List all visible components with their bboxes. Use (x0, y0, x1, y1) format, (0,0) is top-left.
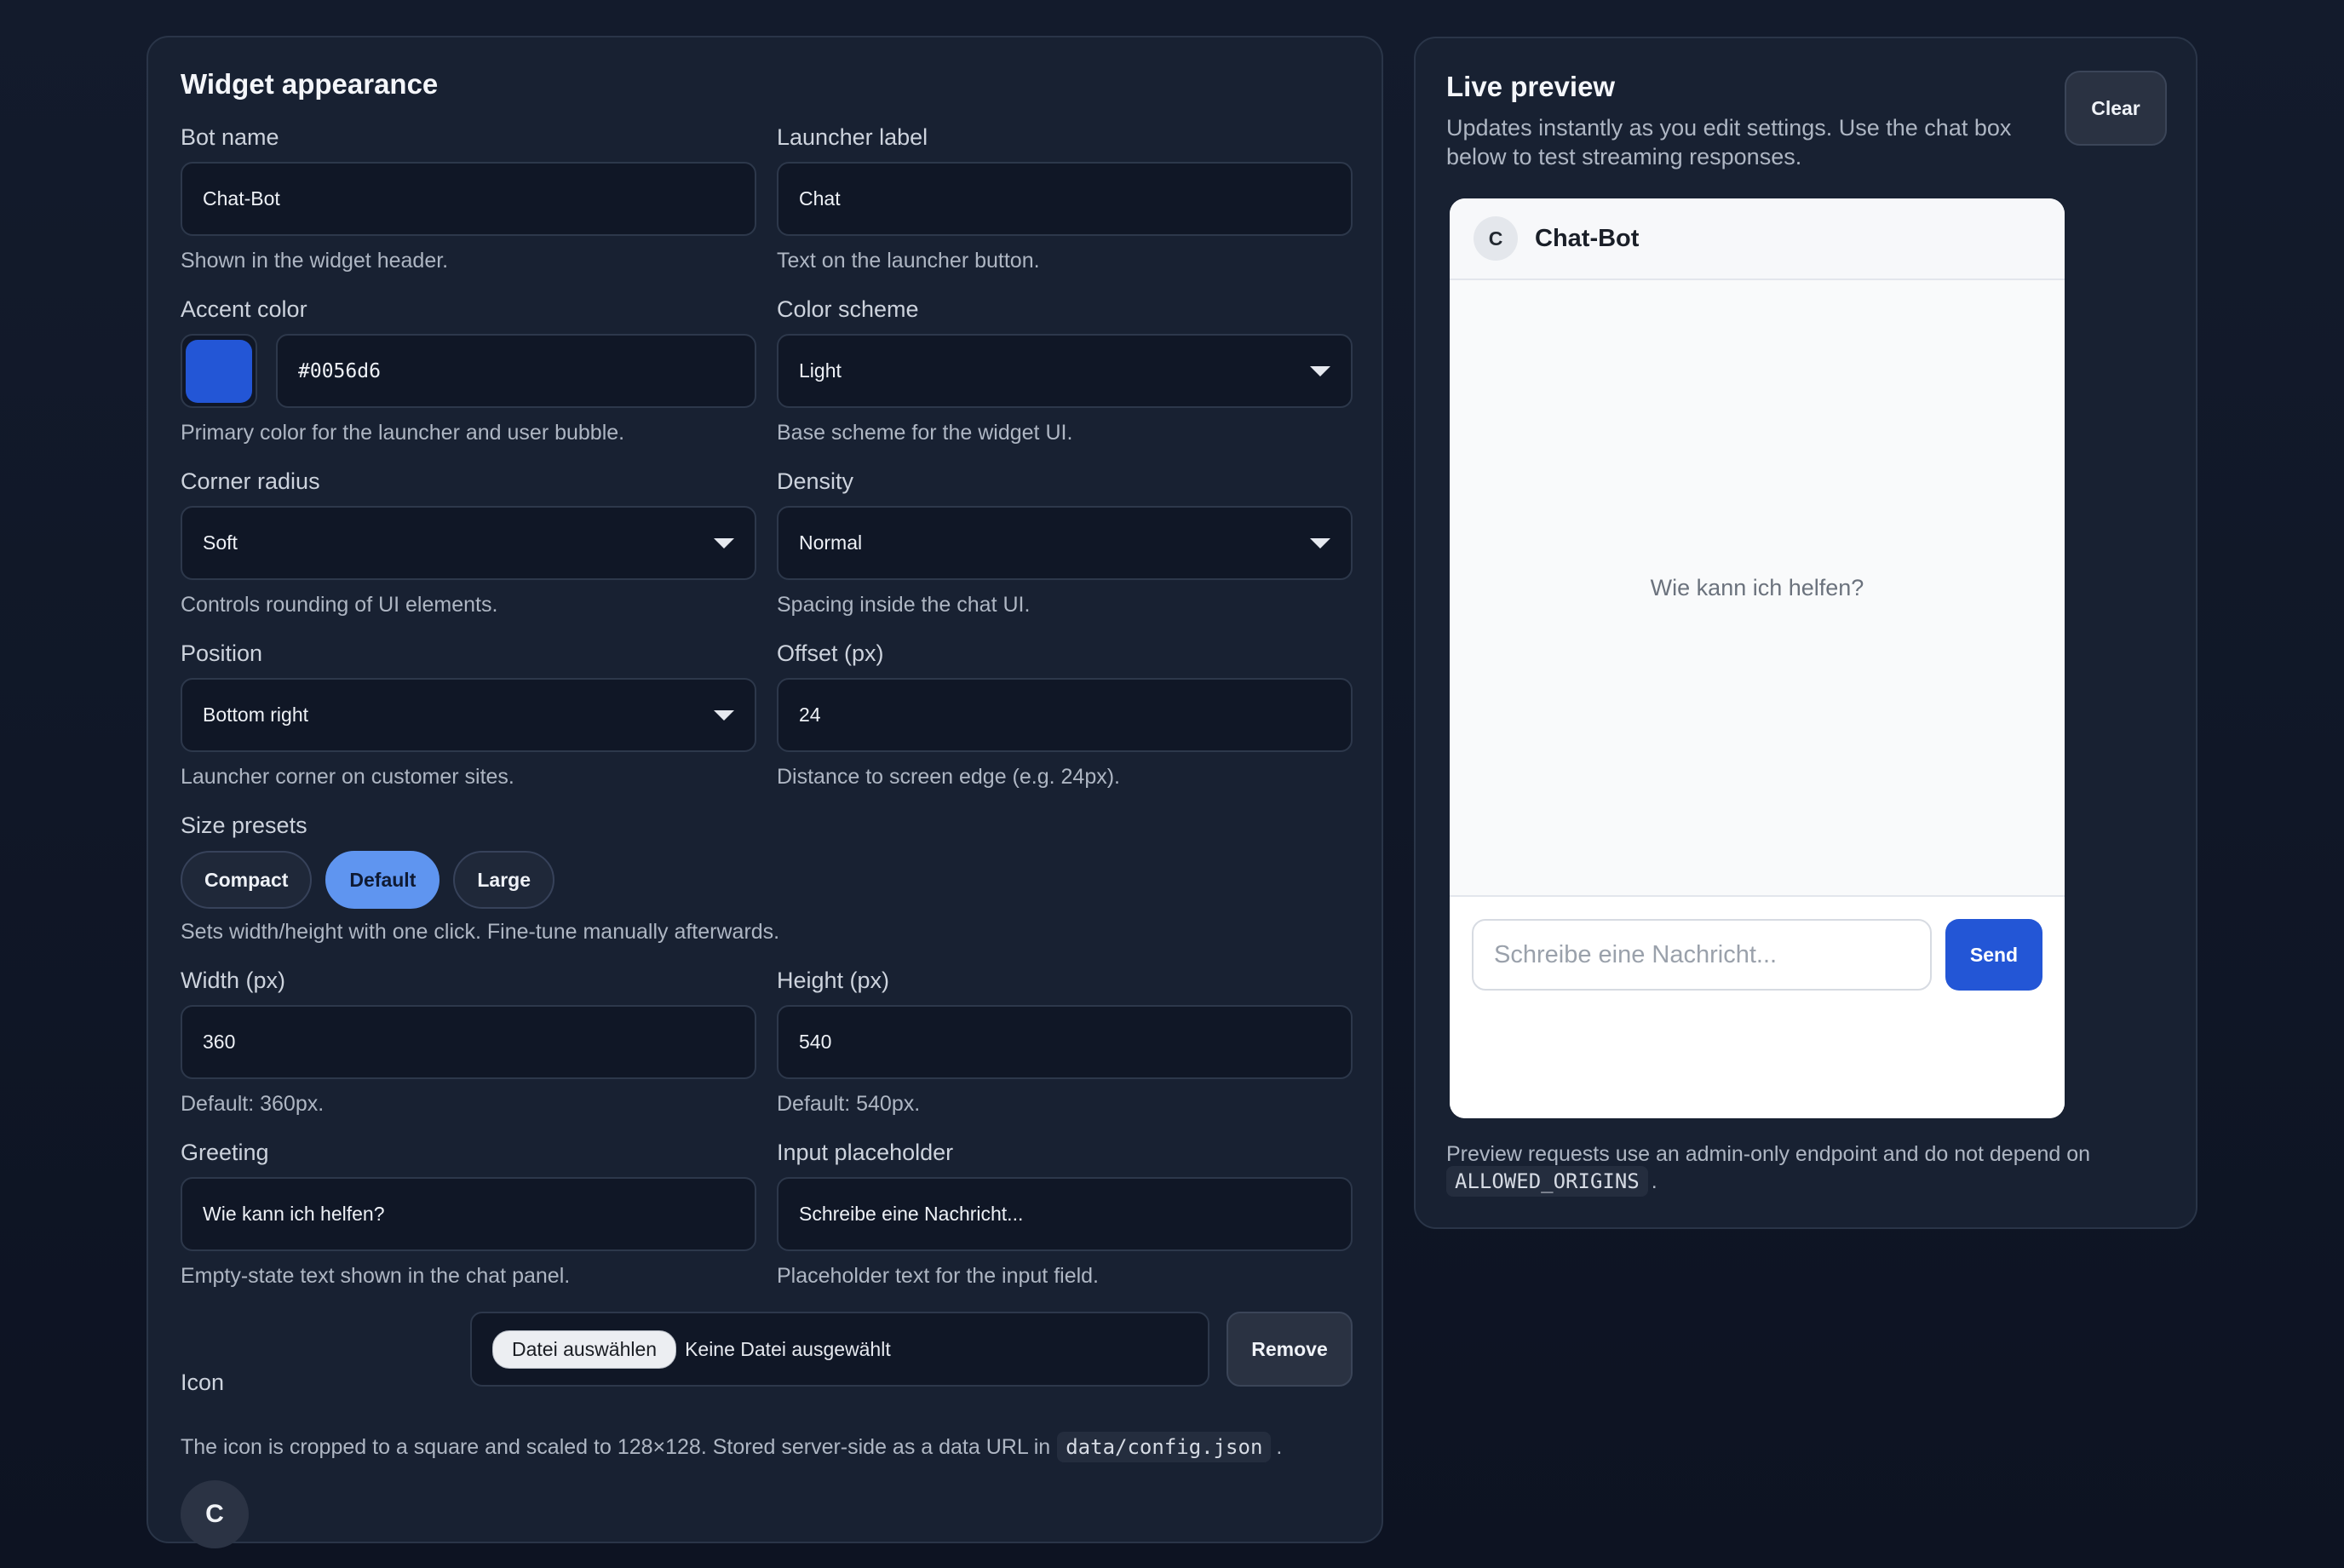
launcher-label-value: Chat (799, 187, 841, 210)
corner-radius-help: Controls rounding of UI elements. (181, 593, 498, 617)
preset-compact-button[interactable]: Compact (181, 851, 313, 909)
offset-value: 24 (799, 704, 821, 726)
preset-default-button[interactable]: Default (325, 851, 440, 909)
preset-large-button[interactable]: Large (453, 851, 554, 909)
allowed-origins-code: ALLOWED_ORIGINS (1446, 1166, 1648, 1197)
bot-name-input[interactable]: Chat-Bot (181, 162, 756, 236)
input-placeholder-input[interactable]: Schreibe eine Nachricht... (777, 1177, 1353, 1251)
size-presets-help: Sets width/height with one click. Fine-t… (181, 920, 780, 944)
density-value: Normal (799, 531, 863, 554)
widget-bot-name: Chat-Bot (1535, 224, 1640, 252)
widget-message-area: Wie kann ich helfen? (1450, 280, 2065, 895)
launcher-label-input[interactable]: Chat (777, 162, 1353, 236)
config-path-code: data/config.json (1057, 1432, 1272, 1462)
position-help: Launcher corner on customer sites. (181, 765, 514, 789)
corner-radius-value: Soft (203, 531, 238, 554)
remove-icon-button[interactable]: Remove (1227, 1312, 1353, 1387)
size-presets-label: Size presets (181, 813, 307, 838)
position-select[interactable]: Bottom right (181, 678, 756, 752)
corner-radius-label: Corner radius (181, 468, 320, 494)
chevron-down-icon (714, 537, 734, 549)
file-status-text: Keine Datei ausgewählt (685, 1337, 891, 1360)
accent-color-swatch (186, 339, 252, 403)
clear-button[interactable]: Clear (2065, 71, 2167, 146)
offset-help: Distance to screen edge (e.g. 24px). (777, 765, 1121, 789)
launcher-label-help: Text on the launcher button. (777, 249, 1040, 273)
width-label: Width (px) (181, 968, 286, 993)
height-value: 540 (799, 1031, 832, 1053)
greeting-help: Empty-state text shown in the chat panel… (181, 1264, 571, 1288)
icon-help-text: The icon is cropped to a square and scal… (181, 1434, 1051, 1459)
chat-widget-preview: C Chat-Bot Wie kann ich helfen? Schreibe… (1450, 198, 2065, 1118)
icon-help-suffix: . (1276, 1434, 1283, 1459)
density-help: Spacing inside the chat UI. (777, 593, 1031, 617)
position-value: Bottom right (203, 704, 308, 726)
widget-composer: Schreibe eine Nachricht... Send (1450, 895, 2065, 1118)
chevron-down-icon (1310, 365, 1330, 376)
icon-file-input[interactable]: Datei auswählen Keine Datei ausgewählt (470, 1312, 1209, 1387)
greeting-label: Greeting (181, 1140, 269, 1165)
corner-radius-select[interactable]: Soft (181, 506, 756, 580)
color-scheme-select[interactable]: Light (777, 334, 1353, 408)
offset-input[interactable]: 24 (777, 678, 1353, 752)
widget-header: C Chat-Bot (1450, 198, 2065, 280)
accent-color-picker[interactable] (181, 334, 257, 408)
accent-color-value: #0056d6 (298, 359, 381, 382)
input-placeholder-help: Placeholder text for the input field. (777, 1264, 1100, 1288)
chevron-down-icon (1310, 537, 1330, 549)
chevron-down-icon (714, 709, 734, 721)
greeting-input[interactable]: Wie kann ich helfen? (181, 1177, 756, 1251)
bot-name-help: Shown in the widget header. (181, 249, 449, 273)
icon-help: The icon is cropped to a square and scal… (181, 1432, 1282, 1462)
live-preview-title: Live preview (1446, 71, 1616, 102)
preview-note-suffix: . (1651, 1169, 1657, 1193)
icon-label: Icon (181, 1370, 225, 1395)
input-placeholder-value: Schreibe eine Nachricht... (799, 1203, 1024, 1225)
card-title: Widget appearance (181, 68, 439, 100)
height-input[interactable]: 540 (777, 1005, 1353, 1079)
color-scheme-label: Color scheme (777, 296, 919, 322)
accent-color-help: Primary color for the launcher and user … (181, 421, 625, 445)
widget-message-input[interactable]: Schreibe eine Nachricht... (1472, 919, 1932, 991)
widget-greeting: Wie kann ich helfen? (1650, 574, 1864, 600)
color-scheme-value: Light (799, 359, 842, 382)
live-preview-description: Updates instantly as you edit settings. … (1446, 115, 2012, 169)
choose-file-button[interactable]: Datei auswählen (492, 1330, 677, 1369)
bot-name-label: Bot name (181, 124, 279, 150)
width-input[interactable]: 360 (181, 1005, 756, 1079)
live-preview-card: Live preview Updates instantly as you ed… (1414, 37, 2198, 1229)
density-select[interactable]: Normal (777, 506, 1353, 580)
position-label: Position (181, 640, 263, 666)
offset-label: Offset (px) (777, 640, 884, 666)
preview-note-text: Preview requests use an admin-only endpo… (1446, 1142, 2091, 1166)
accent-color-label: Accent color (181, 296, 307, 322)
launcher-label-label: Launcher label (777, 124, 928, 150)
preview-note: Preview requests use an admin-only endpo… (1446, 1140, 2145, 1197)
greeting-value: Wie kann ich helfen? (203, 1203, 385, 1225)
density-label: Density (777, 468, 854, 494)
size-presets-group: Compact Default Large (181, 851, 554, 909)
icon-avatar-preview: C (181, 1480, 249, 1548)
accent-color-input[interactable]: #0056d6 (276, 334, 756, 408)
width-help: Default: 360px. (181, 1092, 325, 1116)
height-label: Height (px) (777, 968, 890, 993)
height-help: Default: 540px. (777, 1092, 921, 1116)
bot-name-value: Chat-Bot (203, 187, 280, 210)
input-placeholder-label: Input placeholder (777, 1140, 954, 1165)
color-scheme-help: Base scheme for the widget UI. (777, 421, 1073, 445)
width-value: 360 (203, 1031, 236, 1053)
admin-page: Widget appearance Bot name Chat-Bot Show… (0, 0, 2344, 1568)
widget-avatar: C (1474, 216, 1518, 261)
widget-send-button[interactable]: Send (1945, 919, 2042, 991)
widget-appearance-card: Widget appearance Bot name Chat-Bot Show… (146, 36, 1383, 1548)
